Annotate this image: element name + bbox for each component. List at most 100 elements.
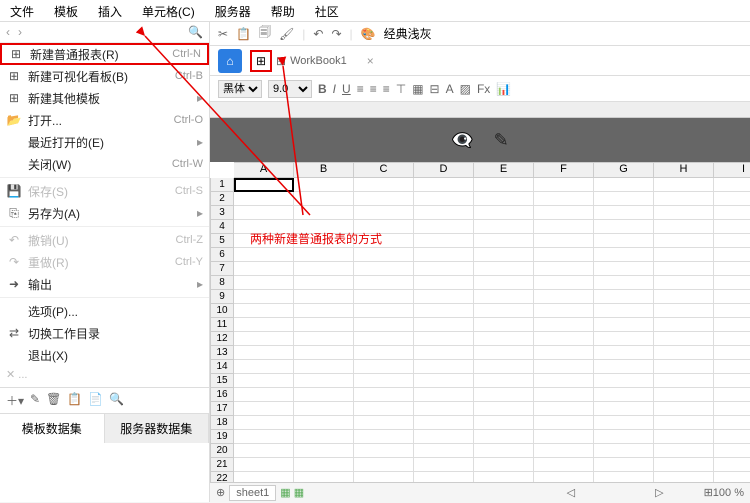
cell[interactable] — [354, 346, 414, 360]
cell[interactable] — [234, 206, 294, 220]
cell[interactable] — [294, 360, 354, 374]
row-header[interactable]: 10 — [210, 304, 234, 318]
cell[interactable] — [714, 192, 750, 206]
theme-label[interactable]: 经典浅灰 — [384, 25, 432, 42]
cell[interactable] — [534, 304, 594, 318]
cell[interactable] — [534, 234, 594, 248]
cell[interactable] — [534, 472, 594, 482]
cells-area[interactable] — [234, 178, 750, 482]
cell[interactable] — [714, 276, 750, 290]
fontcolor-icon[interactable]: A — [446, 82, 454, 96]
menu-item[interactable]: 关闭(W)Ctrl-W — [0, 153, 209, 175]
cell[interactable] — [654, 346, 714, 360]
cell[interactable] — [294, 276, 354, 290]
cell[interactable] — [714, 206, 750, 220]
cell[interactable] — [654, 318, 714, 332]
cell[interactable] — [594, 416, 654, 430]
chart-icon[interactable]: 📊 — [496, 82, 511, 96]
cell[interactable] — [534, 360, 594, 374]
cell[interactable] — [534, 332, 594, 346]
col-header[interactable]: H — [654, 162, 714, 178]
hide-icon[interactable]: 👁‍🗨 — [451, 130, 473, 151]
row-header[interactable]: 21 — [210, 458, 234, 472]
cell[interactable] — [474, 430, 534, 444]
bgcolor-icon[interactable]: ▨ — [460, 82, 471, 96]
cell[interactable] — [474, 206, 534, 220]
cell[interactable] — [414, 276, 474, 290]
cell[interactable] — [714, 304, 750, 318]
cell[interactable] — [234, 346, 294, 360]
undo-icon[interactable]: ↶ — [313, 27, 323, 41]
cell[interactable] — [594, 192, 654, 206]
cell[interactable] — [594, 402, 654, 416]
cell[interactable] — [594, 304, 654, 318]
menu-item[interactable]: ⊞新建可视化看板(B)Ctrl-B — [0, 65, 209, 87]
cell[interactable] — [594, 248, 654, 262]
home-button[interactable]: ⌂ — [218, 49, 242, 73]
cell[interactable] — [234, 262, 294, 276]
italic-icon[interactable]: I — [333, 82, 336, 96]
cell[interactable] — [534, 262, 594, 276]
menu-file[interactable]: 文件 — [0, 0, 44, 21]
cell[interactable] — [714, 402, 750, 416]
cell[interactable] — [654, 430, 714, 444]
cell[interactable] — [354, 402, 414, 416]
cell[interactable] — [354, 262, 414, 276]
cell[interactable] — [414, 444, 474, 458]
cell[interactable] — [354, 472, 414, 482]
cell[interactable] — [534, 416, 594, 430]
align-right-icon[interactable]: ≡ — [383, 82, 390, 96]
cell[interactable] — [234, 248, 294, 262]
cell[interactable] — [234, 332, 294, 346]
cell[interactable] — [474, 416, 534, 430]
menu-item[interactable]: 最近打开的(E)▸ — [0, 131, 209, 153]
cell[interactable] — [594, 388, 654, 402]
cell[interactable] — [294, 388, 354, 402]
cell[interactable] — [234, 360, 294, 374]
cell[interactable] — [714, 360, 750, 374]
cell[interactable] — [414, 472, 474, 482]
cell[interactable] — [474, 402, 534, 416]
cell[interactable] — [414, 346, 474, 360]
cell[interactable] — [474, 178, 534, 192]
cell[interactable] — [654, 178, 714, 192]
cell[interactable] — [474, 318, 534, 332]
cell[interactable] — [594, 262, 654, 276]
font-select[interactable]: 黑体 — [218, 80, 262, 98]
add-icon[interactable]: ＋▾ — [6, 392, 24, 409]
cell[interactable] — [294, 262, 354, 276]
cell[interactable] — [234, 458, 294, 472]
cell[interactable] — [294, 346, 354, 360]
cell[interactable] — [474, 472, 534, 482]
cell[interactable] — [654, 374, 714, 388]
cell[interactable] — [714, 458, 750, 472]
workbook-tab[interactable]: WorkBook1 — [290, 55, 347, 67]
cell[interactable] — [534, 220, 594, 234]
cell[interactable] — [654, 444, 714, 458]
cell[interactable] — [294, 304, 354, 318]
cell[interactable] — [294, 332, 354, 346]
cell[interactable] — [594, 458, 654, 472]
theme-icon[interactable]: 🎨 — [361, 27, 376, 41]
cell[interactable] — [474, 304, 534, 318]
bold-icon[interactable]: B — [318, 82, 327, 96]
search-icon[interactable]: 🔍 — [188, 25, 203, 39]
menu-insert[interactable]: 插入 — [88, 0, 132, 21]
cell[interactable] — [714, 374, 750, 388]
row-header[interactable]: 11 — [210, 318, 234, 332]
menu-server[interactable]: 服务器 — [205, 0, 261, 21]
cell[interactable] — [234, 304, 294, 318]
cell[interactable] — [474, 346, 534, 360]
cell[interactable] — [654, 360, 714, 374]
cell[interactable] — [714, 178, 750, 192]
cell[interactable] — [354, 248, 414, 262]
cell[interactable] — [594, 206, 654, 220]
cell[interactable] — [654, 388, 714, 402]
paste2-icon[interactable]: 🗐 — [259, 23, 271, 44]
menu-item[interactable]: 📂打开...Ctrl-O — [0, 109, 209, 131]
cell[interactable] — [414, 416, 474, 430]
cell[interactable] — [714, 248, 750, 262]
row-header[interactable]: 4 — [210, 220, 234, 234]
col-header[interactable]: G — [594, 162, 654, 178]
cell[interactable] — [654, 220, 714, 234]
